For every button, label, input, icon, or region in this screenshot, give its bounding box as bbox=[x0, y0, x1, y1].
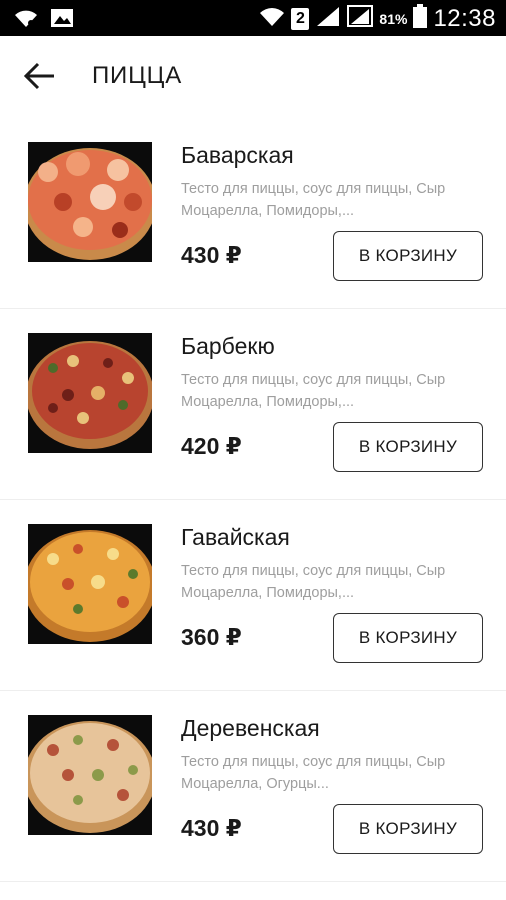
battery-icon bbox=[413, 4, 428, 33]
battery-percent: 81% bbox=[379, 10, 408, 27]
pizza-image bbox=[28, 715, 152, 835]
pizza-image bbox=[28, 333, 152, 453]
app-bar: ПИЦЦА bbox=[0, 36, 506, 118]
back-button[interactable] bbox=[22, 58, 58, 94]
product-description: Тесто для пиццы, соус для пиццы, Сыр Моц… bbox=[181, 372, 446, 410]
wifi-icon bbox=[259, 5, 285, 32]
pizza-image bbox=[28, 142, 152, 262]
product-card[interactable]: Баварская Тесто для пиццы, соус для пицц… bbox=[0, 118, 506, 309]
product-description: Тесто для пиццы, соус для пиццы, Сыр Моц… bbox=[181, 563, 446, 601]
product-price: 420 ₽ bbox=[181, 433, 242, 459]
add-to-cart-button[interactable]: В КОРЗИНУ bbox=[333, 422, 483, 472]
product-price: 360 ₽ bbox=[181, 624, 242, 650]
image-icon bbox=[50, 7, 74, 34]
sim-2-icon: 2 bbox=[291, 7, 310, 30]
product-card[interactable]: Деревенская Тесто для пиццы, соус для пи… bbox=[0, 691, 506, 882]
product-card[interactable]: Барбекю Тесто для пиццы, соус для пиццы,… bbox=[0, 309, 506, 500]
arrow-left-icon bbox=[22, 62, 58, 98]
add-to-cart-button[interactable]: В КОРЗИНУ bbox=[333, 231, 483, 281]
pizza-image bbox=[28, 524, 152, 644]
product-name: Барбекю bbox=[181, 333, 275, 359]
add-to-cart-button[interactable]: В КОРЗИНУ bbox=[333, 613, 483, 663]
wifi-signal-icon bbox=[14, 7, 38, 34]
product-list: Баварская Тесто для пиццы, соус для пицц… bbox=[0, 118, 506, 882]
product-name: Деревенская bbox=[181, 715, 320, 741]
signal-icon bbox=[315, 5, 341, 32]
product-name: Гавайская bbox=[181, 524, 290, 550]
product-price: 430 ₽ bbox=[181, 242, 242, 268]
status-bar: 2 81% 12:38 bbox=[0, 0, 506, 36]
page-title: ПИЦЦА bbox=[92, 62, 183, 89]
clock: 12:38 bbox=[433, 4, 496, 32]
product-name: Баварская bbox=[181, 142, 294, 168]
add-to-cart-button[interactable]: В КОРЗИНУ bbox=[333, 804, 483, 854]
product-price: 430 ₽ bbox=[181, 815, 242, 841]
signal-r-icon bbox=[347, 5, 374, 32]
product-description: Тесто для пиццы, соус для пиццы, Сыр Моц… bbox=[181, 754, 446, 792]
product-description: Тесто для пиццы, соус для пиццы, Сыр Моц… bbox=[181, 181, 446, 219]
product-card[interactable]: Гавайская Тесто для пиццы, соус для пицц… bbox=[0, 500, 506, 691]
